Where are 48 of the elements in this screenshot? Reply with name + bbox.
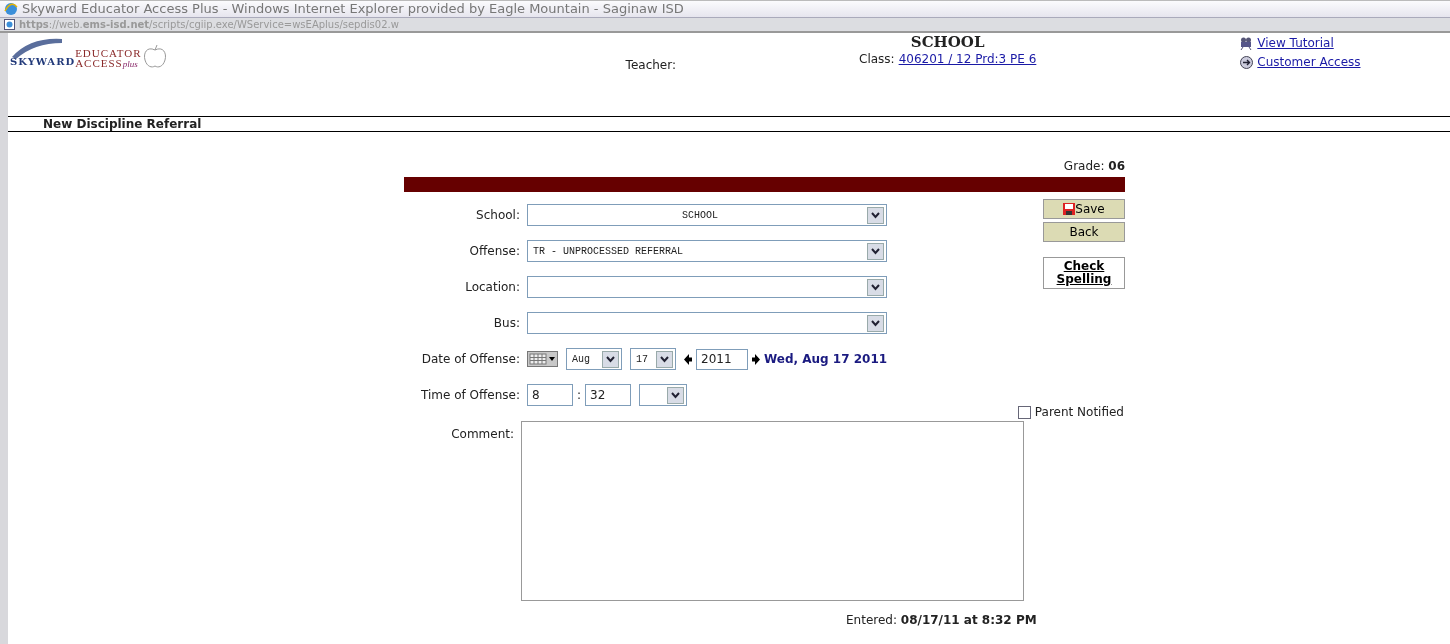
dropdown[interactable]: TR - UNPROCESSED REFERRAL: [527, 240, 887, 262]
field-label: Time of Offense:: [421, 388, 520, 402]
day-dropdown[interactable]: 17: [630, 348, 676, 370]
hour-field[interactable]: 8: [527, 384, 573, 406]
ampm-dropdown[interactable]: [639, 384, 688, 406]
save-button[interactable]: Save: [1043, 199, 1125, 219]
teacher-label: Teacher:: [625, 58, 676, 72]
year-field[interactable]: 2011: [696, 348, 748, 370]
page-title: New Discipline Referral: [8, 117, 1450, 132]
page-icon: [4, 19, 15, 30]
customer-access-link[interactable]: Customer Access: [1240, 53, 1361, 71]
caret-icon: [602, 350, 619, 368]
right-arrow-icon[interactable]: [752, 353, 760, 365]
caret-icon: [867, 314, 884, 332]
time-separator: :: [577, 387, 582, 404]
check-spelling-button[interactable]: Check Spelling: [1043, 257, 1125, 289]
dropdown[interactable]: [527, 276, 887, 298]
caret-icon: [656, 350, 673, 368]
browser-icon: [4, 2, 18, 16]
grade-label: Grade: 06: [1063, 159, 1125, 173]
tutorial-link[interactable]: View Tutorial: [1240, 34, 1361, 52]
class-link[interactable]: 406201 / 12 Prd:3 PE 6: [898, 50, 1037, 68]
field-label: Comment:: [451, 427, 514, 441]
window-title: Skyward Educator Access Plus - Windows Internet Explorer provided by Eagle Mountain - Saginaw ISD: [22, 0, 684, 19]
arrow-circle-icon: [1240, 55, 1254, 69]
field-label: Bus:: [493, 316, 520, 330]
caret-icon: [867, 206, 884, 224]
field-label: Date of Offense:: [421, 352, 520, 366]
school-name: SCHOOL: [910, 34, 985, 50]
camera-icon: [1240, 36, 1254, 50]
field-label: Offense:: [469, 244, 520, 258]
date-display: Wed, Aug 17 2011: [764, 351, 888, 368]
parent-notified-checkbox[interactable]: Parent Notified: [1017, 403, 1124, 421]
field-label: Location:: [465, 280, 520, 294]
month-dropdown[interactable]: Aug: [566, 348, 622, 370]
minute-field[interactable]: 32: [585, 384, 632, 406]
caret-icon: [667, 386, 685, 404]
comment-field[interactable]: [521, 421, 1024, 601]
caret-icon: [867, 242, 884, 260]
left-arrow-icon[interactable]: [684, 353, 692, 365]
calendar-button[interactable]: [527, 351, 558, 367]
dropdown[interactable]: SCHOOL: [527, 204, 887, 226]
class-label: Class:: [859, 51, 895, 68]
back-button[interactable]: Back: [1043, 222, 1125, 242]
dropdown[interactable]: [527, 312, 887, 334]
entered-timestamp: Entered: 08/17/11 at 8:32 PM: [846, 612, 1037, 629]
field-label: School:: [476, 208, 520, 222]
caret-icon: [867, 278, 884, 296]
